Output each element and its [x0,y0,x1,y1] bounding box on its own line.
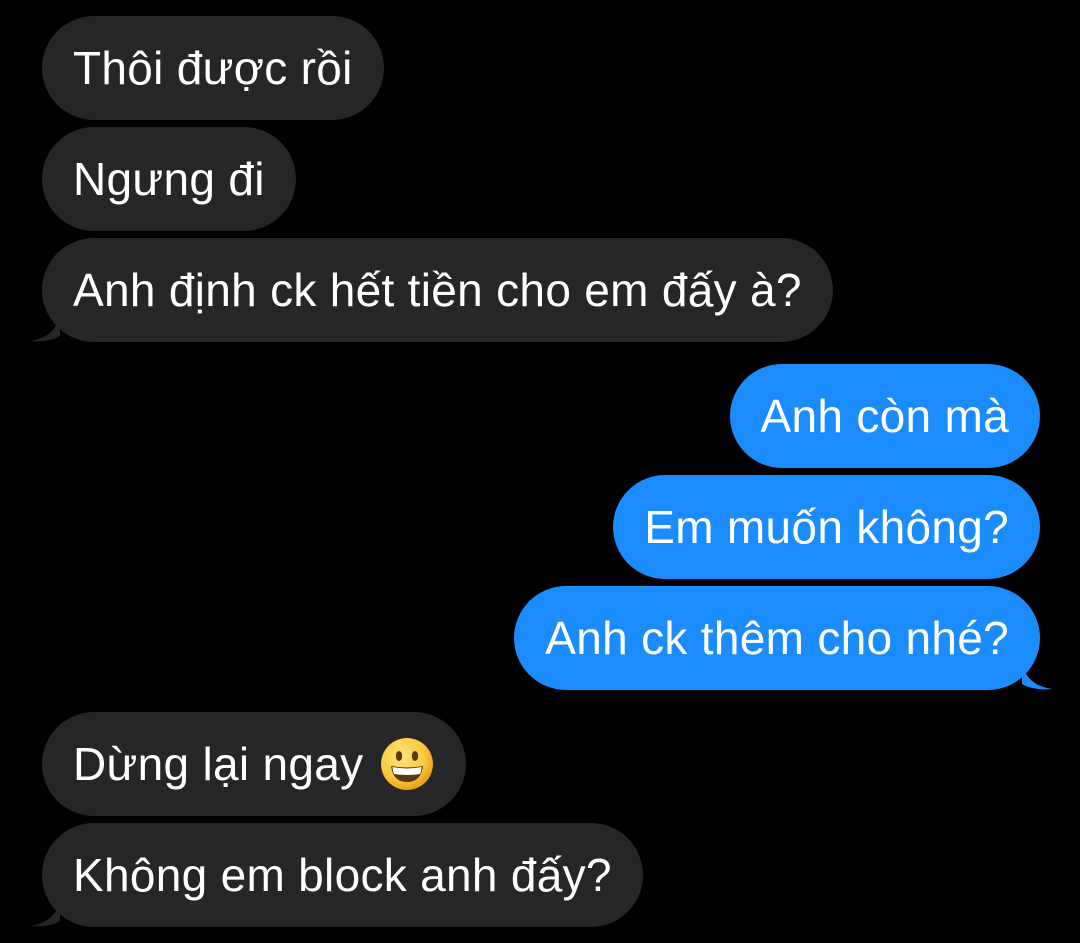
message-text: Ngưng đi [73,153,265,205]
grinning-face-emoji-icon [381,738,434,790]
message-text: Không em block anh đấy? [73,849,612,901]
message-bubble-incoming[interactable]: Anh định ck hết tiền cho em đấy à? [30,238,833,342]
message-bubble-incoming[interactable]: Không em block anh đấy? [30,823,643,927]
message-bubble-incoming[interactable]: Dừng lại ngay [42,712,467,816]
message-bubble-outgoing[interactable]: Anh ck thêm cho nhé? [514,586,1052,690]
bubble-tail-icon [30,316,60,342]
message-text: Anh định ck hết tiền cho em đấy à? [73,264,802,316]
message-text: Em muốn không? [644,501,1009,553]
bubble-tail-icon [1022,664,1052,690]
bubble-tail-icon [30,901,60,927]
message-bubble-incoming[interactable]: Thôi được rồi [42,16,384,120]
message-bubble-incoming[interactable]: Ngưng đi [42,127,296,231]
message-thread: Thôi được rồi Ngưng đi Anh định ck hết t… [0,0,1080,943]
message-text: Dừng lại ngay [73,738,364,790]
message-text: Anh ck thêm cho nhé? [545,612,1009,664]
message-text: Anh còn mà [760,390,1009,442]
message-bubble-outgoing[interactable]: Anh còn mà [729,364,1040,468]
message-bubble-outgoing[interactable]: Em muốn không? [613,475,1040,579]
message-text: Thôi được rồi [73,42,353,94]
